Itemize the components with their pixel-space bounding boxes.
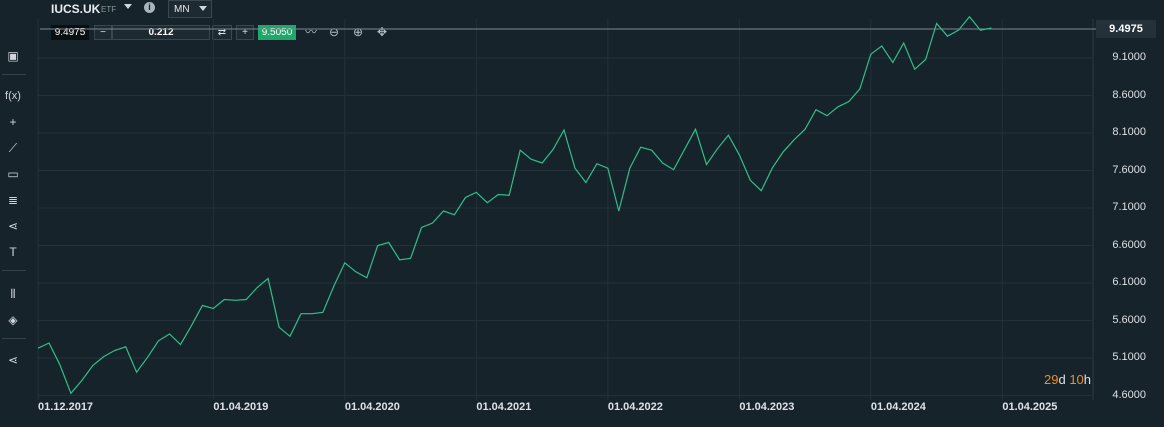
x-tick-label: 01.12.2017 <box>38 401 94 413</box>
x-tick-label: 01.04.2020 <box>344 401 400 413</box>
y-tick-label: 8.1000 <box>1112 126 1146 138</box>
x-tick-label: 01.04.2019 <box>213 401 269 413</box>
y-tick-label: 8.6000 <box>1112 88 1146 101</box>
y-tick-label: 7.1000 <box>1112 201 1146 213</box>
countdown-hours-unit: h <box>1083 372 1092 387</box>
x-tick-label: 01.04.2022 <box>607 401 663 413</box>
current-price-label: 9.4975 <box>1096 20 1156 38</box>
x-tick-label: 01.04.2021 <box>476 401 532 413</box>
y-tick-label: 4.6000 <box>1112 388 1146 401</box>
countdown-days: 29 <box>1044 372 1059 387</box>
candle-countdown: 29d 10h <box>1044 372 1091 387</box>
x-tick-label: 01.04.2024 <box>870 401 926 413</box>
x-tick-label: 01.04.2025 <box>1002 401 1058 413</box>
y-tick-label: 6.1000 <box>1112 276 1146 288</box>
y-tick-label: 5.6000 <box>1112 313 1146 326</box>
y-tick-label: 5.1000 <box>1112 351 1146 363</box>
y-tick-label: 9.1000 <box>1112 51 1146 63</box>
y-tick-label: 7.6000 <box>1112 163 1146 176</box>
countdown-hours: 10 <box>1069 372 1084 387</box>
price-chart[interactable] <box>0 0 1164 427</box>
price-series-line <box>37 15 992 395</box>
x-tick-label: 01.04.2023 <box>739 401 795 413</box>
y-tick-label: 6.6000 <box>1112 238 1146 251</box>
countdown-days-unit: d <box>1058 372 1066 387</box>
